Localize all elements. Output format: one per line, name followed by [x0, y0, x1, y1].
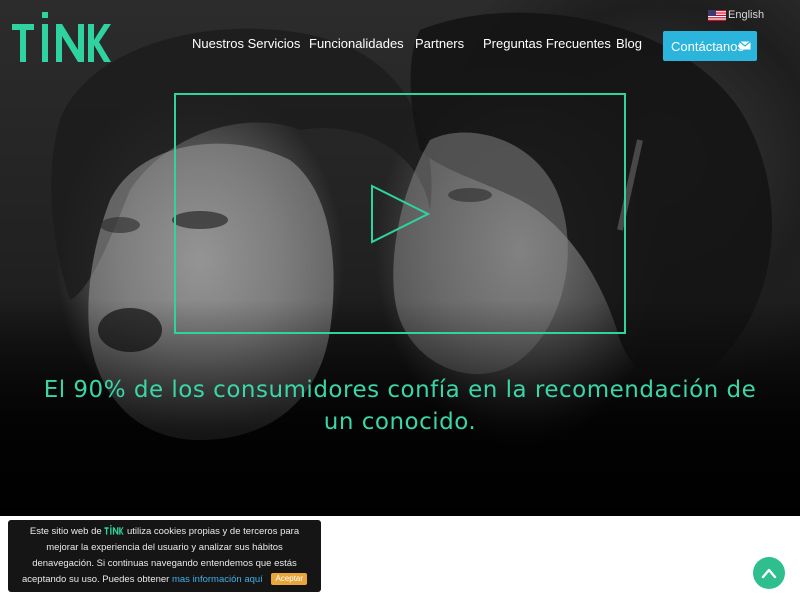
- cookie-text-start: Este sitio web de: [29, 526, 102, 537]
- mail-icon: [739, 41, 751, 50]
- play-icon[interactable]: [370, 184, 432, 244]
- scroll-top-button[interactable]: [753, 557, 785, 589]
- hero-headline-line2: un conocido.: [323, 409, 477, 435]
- tink-mini-logo: [104, 525, 124, 535]
- tink-logo[interactable]: [12, 12, 112, 64]
- cookie-more-info-link[interactable]: mas información aquí: [172, 574, 263, 585]
- nav-partners[interactable]: Partners: [415, 36, 464, 51]
- nav-funcionalidades[interactable]: Funcionalidades: [309, 36, 404, 51]
- cookie-banner: Este sitio web de utiliza cookies propia…: [8, 520, 321, 592]
- chevron-up-icon: [761, 568, 777, 579]
- hero-headline: El 90% de los consumidores confía en la …: [0, 374, 800, 438]
- us-flag-icon: [708, 9, 726, 21]
- contact-button-label: Contáctanos: [671, 38, 744, 54]
- nav-nuestros-servicios[interactable]: Nuestros Servicios: [192, 36, 300, 51]
- hero-headline-line1: El 90% de los consumidores confía en la …: [43, 377, 757, 403]
- nav-preguntas-frecuentes[interactable]: Preguntas Frecuentes: [483, 36, 611, 51]
- contact-button[interactable]: Contáctanos: [663, 31, 757, 61]
- cookie-accept-button[interactable]: Aceptar: [271, 573, 308, 585]
- nav-blog[interactable]: Blog: [616, 36, 642, 51]
- language-label: English: [728, 9, 765, 21]
- language-switch[interactable]: English: [708, 9, 764, 21]
